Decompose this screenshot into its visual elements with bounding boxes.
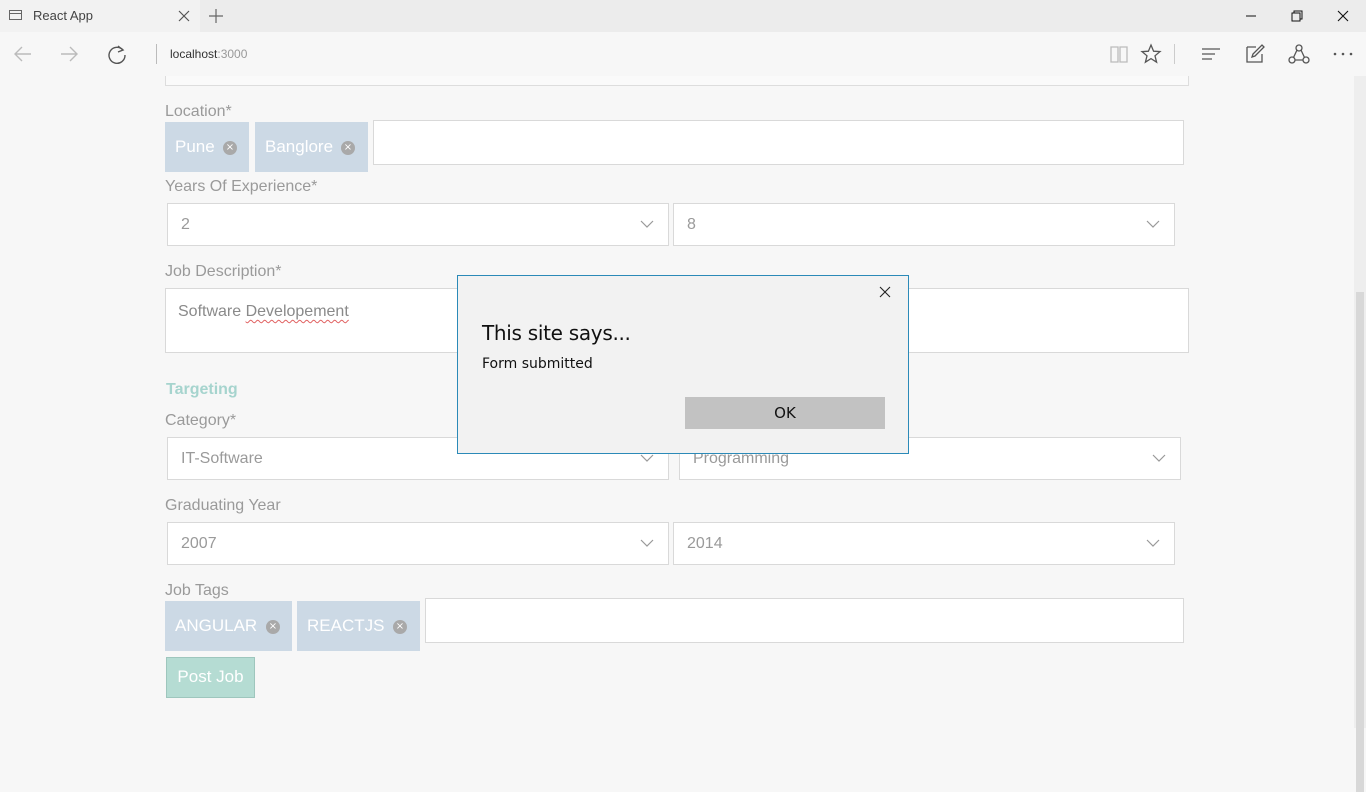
experience-min-select[interactable]: 2 bbox=[167, 203, 669, 246]
remove-chip-icon[interactable]: × bbox=[393, 620, 407, 634]
select-value: IT-Software bbox=[181, 450, 263, 467]
graduating-year-to-select[interactable]: 2014 bbox=[673, 522, 1175, 565]
location-chip: Banglore × bbox=[255, 122, 368, 172]
job-tag-chip-label: ANGULAR bbox=[175, 616, 258, 635]
address-separator bbox=[156, 44, 157, 64]
location-chip-label: Pune bbox=[175, 137, 215, 156]
dialog-close-icon[interactable] bbox=[877, 284, 893, 300]
select-value: 2 bbox=[181, 216, 190, 233]
web-note-icon[interactable] bbox=[1244, 43, 1266, 65]
refresh-icon[interactable] bbox=[106, 43, 128, 65]
address-host: localhost bbox=[170, 47, 218, 61]
alert-dialog: This site says... Form submitted OK bbox=[457, 275, 909, 454]
misspelled-word: Developement bbox=[245, 303, 349, 320]
select-value: 8 bbox=[687, 216, 696, 233]
scrollbar-thumb[interactable] bbox=[1356, 292, 1364, 792]
location-chip: Pune × bbox=[165, 122, 249, 172]
remove-chip-icon[interactable]: × bbox=[266, 620, 280, 634]
experience-label: Years Of Experience* bbox=[165, 178, 318, 195]
post-job-button[interactable]: Post Job bbox=[166, 657, 255, 698]
more-menu-icon[interactable] bbox=[1332, 43, 1354, 65]
chevron-down-icon bbox=[640, 454, 654, 462]
category-label: Category* bbox=[165, 412, 237, 429]
favorite-star-icon[interactable] bbox=[1140, 43, 1162, 65]
chevron-down-icon bbox=[640, 539, 654, 547]
chevron-down-icon bbox=[1146, 220, 1160, 228]
job-tag-chip-label: REACTJS bbox=[307, 616, 385, 635]
tab-title: React App bbox=[33, 8, 93, 23]
chevron-down-icon bbox=[640, 220, 654, 228]
share-icon[interactable] bbox=[1288, 43, 1310, 65]
restore-icon[interactable] bbox=[1274, 0, 1320, 32]
job-tag-chip: ANGULAR × bbox=[165, 601, 292, 651]
description-text: Software bbox=[178, 303, 246, 320]
new-tab-icon[interactable] bbox=[206, 6, 226, 26]
close-tab-icon[interactable] bbox=[174, 6, 194, 26]
dialog-message: Form submitted bbox=[482, 356, 593, 372]
reading-view-icon[interactable] bbox=[1108, 43, 1130, 65]
address-bar[interactable]: localhost:3000 bbox=[170, 47, 247, 61]
remove-chip-icon[interactable]: × bbox=[341, 141, 355, 155]
window-close-icon[interactable] bbox=[1320, 0, 1366, 32]
remove-chip-icon[interactable]: × bbox=[223, 141, 237, 155]
hub-icon[interactable] bbox=[1200, 43, 1222, 65]
location-chip-label: Banglore bbox=[265, 137, 334, 156]
location-label: Location* bbox=[165, 103, 232, 120]
previous-input-field[interactable] bbox=[165, 76, 1189, 86]
back-arrow-icon[interactable] bbox=[12, 43, 34, 65]
job-tag-chip: REACTJS × bbox=[297, 601, 420, 651]
ok-button[interactable]: OK bbox=[685, 397, 885, 429]
job-description-value: Software Developement bbox=[178, 303, 349, 321]
minimize-icon[interactable] bbox=[1228, 0, 1274, 32]
browser-tab[interactable]: React App bbox=[0, 0, 200, 32]
navigation-bar: localhost:3000 bbox=[0, 32, 1366, 76]
job-tags-input[interactable] bbox=[425, 598, 1184, 643]
location-input[interactable] bbox=[373, 120, 1184, 165]
page-icon bbox=[9, 10, 22, 20]
graduating-year-label: Graduating Year bbox=[165, 497, 281, 514]
address-port: :3000 bbox=[217, 47, 248, 61]
job-tags-label: Job Tags bbox=[165, 582, 229, 599]
graduating-year-from-select[interactable]: 2007 bbox=[167, 522, 669, 565]
targeting-heading: Targeting bbox=[166, 381, 238, 398]
select-value: 2007 bbox=[181, 535, 217, 552]
experience-max-select[interactable]: 8 bbox=[673, 203, 1175, 246]
forward-arrow-icon[interactable] bbox=[58, 43, 80, 65]
chevron-down-icon bbox=[1146, 539, 1160, 547]
toolbar-separator bbox=[1174, 44, 1175, 64]
tab-bar: React App bbox=[0, 0, 1366, 32]
chevron-down-icon bbox=[1152, 454, 1166, 462]
select-value: 2014 bbox=[687, 535, 723, 552]
scrollbar[interactable] bbox=[1354, 76, 1366, 792]
dialog-title: This site says... bbox=[482, 321, 631, 345]
job-description-label: Job Description* bbox=[165, 263, 282, 280]
